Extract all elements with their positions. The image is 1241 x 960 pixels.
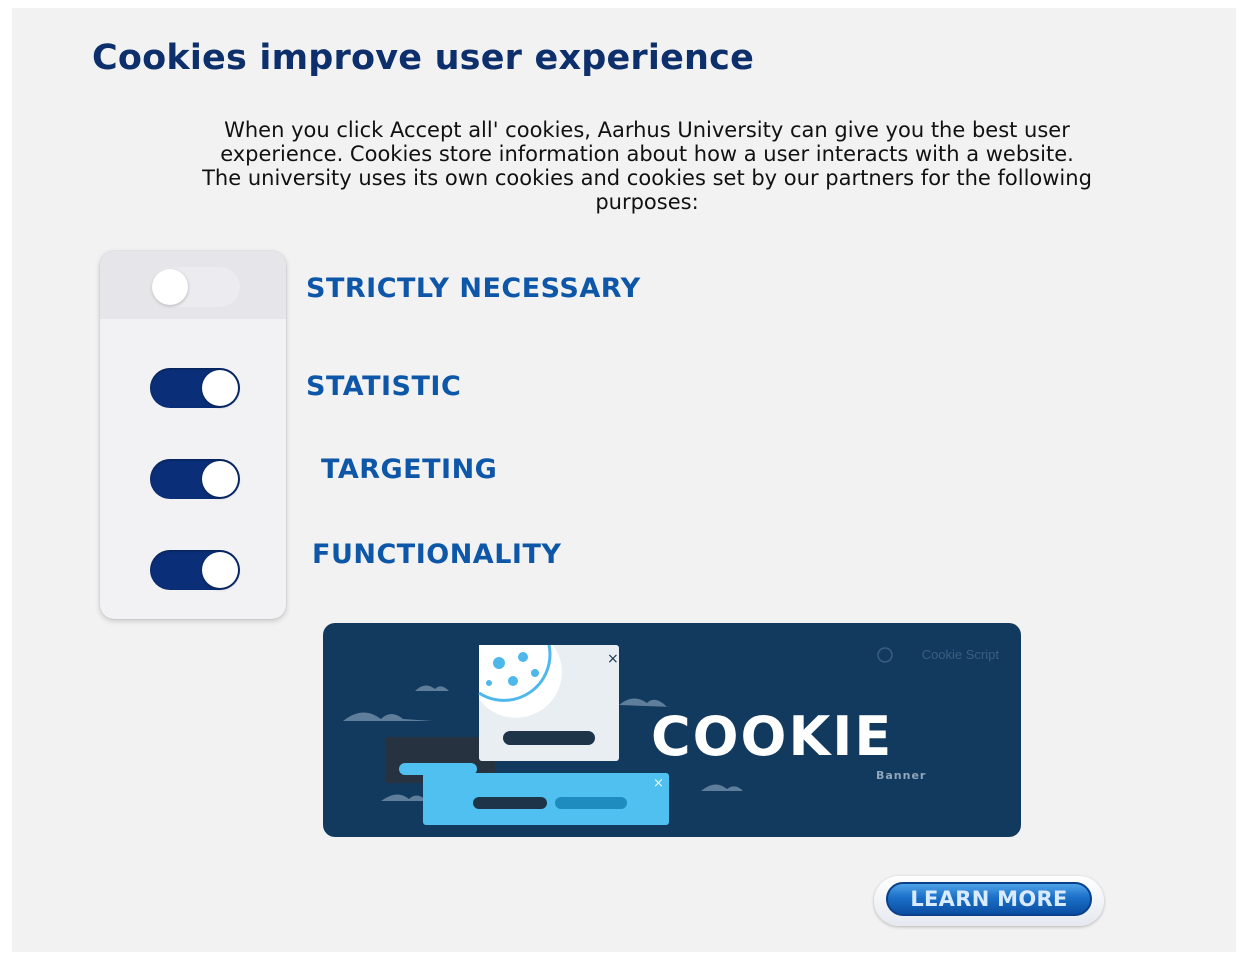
category-label-functionality: FUNCTIONALITY (312, 539, 562, 570)
toggle-knob (202, 461, 238, 497)
toggle-functionality[interactable] (150, 550, 240, 590)
banner-brand-text: Cookie Script (921, 647, 999, 662)
page-title: Cookies improve user experience (92, 38, 755, 78)
toggle-knob (202, 370, 238, 406)
cookie-consent-page: Cookies improve user experience When you… (12, 8, 1236, 952)
category-label-targeting: TARGETING (321, 454, 498, 485)
intro-text: When you click Accept all' cookies, Aarh… (62, 118, 1232, 214)
banner-headline: COOKIE (651, 705, 894, 768)
toggle-knob (152, 269, 188, 305)
learn-more-button[interactable]: LEARN MORE (874, 876, 1104, 926)
intro-line: experience. Cookies store information ab… (220, 142, 1074, 166)
toggle-strictly-necessary[interactable] (150, 267, 240, 307)
intro-line: The university uses its own cookies and … (202, 166, 1092, 190)
toggle-knob (202, 552, 238, 588)
learn-more-label: LEARN MORE (886, 882, 1092, 916)
category-label-strictly-necessary: STRICTLY NECESSARY (306, 273, 641, 304)
svg-text:×: × (653, 776, 664, 791)
category-label-statistic: STATISTIC (306, 371, 462, 402)
toggle-statistic[interactable] (150, 368, 240, 408)
cookie-banner-image: × × Cookie Script COOKIE Banner (323, 623, 1021, 837)
svg-text:×: × (607, 651, 619, 667)
intro-line: When you click Accept all' cookies, Aarh… (224, 118, 1070, 142)
intro-line: purposes: (595, 190, 699, 214)
toggle-targeting[interactable] (150, 459, 240, 499)
toggle-panel (100, 251, 286, 619)
banner-subtitle: Banner (876, 769, 927, 782)
